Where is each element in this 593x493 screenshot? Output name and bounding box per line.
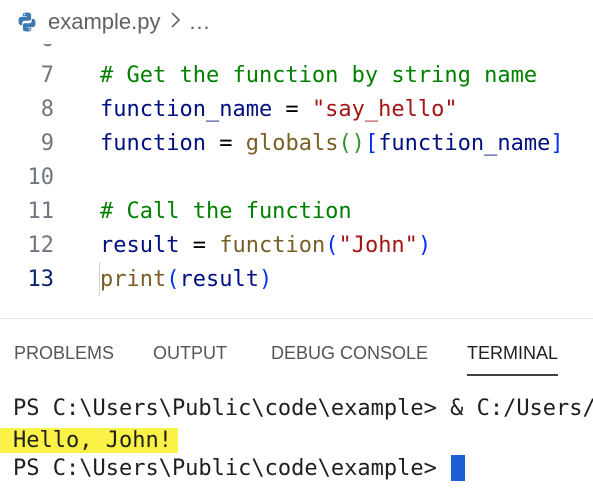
code-token: = [272,96,312,122]
terminal[interactable]: PS C:\Users\Public\code\example> & C:/Us… [0,390,593,493]
terminal-line: PS C:\Users\Public\code\example> & C:/Us… [13,395,593,421]
code-token: function_name [100,96,273,122]
line-number: 11 [27,198,55,224]
terminal-prompt: PS C:\Users\Public\code\example> [13,455,437,481]
code-text: print(result) [100,267,272,292]
line-number: 8 [40,96,54,122]
code-token: ( [166,266,180,292]
code-text: function = globals()[function_name] [100,131,564,156]
code-token: [ [364,130,379,156]
terminal-cursor [450,455,465,481]
code-token: # Call the function [100,198,352,224]
breadcrumb: example.py … [0,0,593,44]
code-text: function_name = "say_hello" [100,97,458,122]
terminal-output-line: Hello, John! [0,425,178,455]
tab-label: OUTPUT [153,342,227,363]
code-token: "say_hello" [311,96,458,122]
code-text: result = function("John") [100,233,431,258]
active-tab-indicator [467,374,559,376]
code-line: 6 [0,44,593,56]
python-icon [16,11,38,33]
code-line: 13 print(result) [0,262,593,296]
tab-problems[interactable]: PROBLEMS [14,330,114,376]
code-line: 10 [0,160,593,194]
code-line: 12 result = function("John") [0,228,593,262]
code-line: 11 # Call the function [0,194,593,228]
code-text: # Get the function by string name [100,63,537,88]
code-line: 7 # Get the function by string name [0,58,593,92]
code-line: 8 function_name = "say_hello" [0,92,593,126]
code-token: function [100,130,206,156]
line-number: 7 [40,62,54,88]
tab-label: DEBUG CONSOLE [271,342,429,363]
code-token: ) [258,266,273,292]
code-token: print [100,266,167,292]
breadcrumb-file[interactable]: example.py [48,9,161,35]
tab-output[interactable]: OUTPUT [153,330,227,376]
highlighted-output: Hello, John! [0,427,178,453]
code-token: = [179,232,220,258]
tab-label: PROBLEMS [14,342,115,363]
tab-terminal[interactable]: TERMINAL [467,330,559,376]
code-token: ( [325,232,339,258]
line-number: 9 [40,130,54,156]
code-token: ] [550,130,564,156]
code-token: result [100,232,180,258]
panel-tabs: PROBLEMS OUTPUT DEBUG CONSOLE TERMINAL [0,330,593,376]
panel-divider [0,318,593,319]
code-editor[interactable]: 6 7 # Get the function by string name 8 fun… [0,44,593,306]
code-token: = [205,130,246,156]
line-number: 10 [27,164,55,190]
terminal-prompt-line: PS C:\Users\Public\code\example> [13,453,465,483]
code-token: # Get the function by string name [100,62,538,88]
tab-debug-console[interactable]: DEBUG CONSOLE [271,330,428,376]
code-token: ) [417,232,432,258]
code-token: globals [245,130,339,156]
code-token: function_name [378,130,551,156]
breadcrumb-more[interactable]: … [189,9,211,35]
code-line: 9 function = globals()[function_name] [0,126,593,160]
tab-label: TERMINAL [467,342,559,363]
code-token: "John" [338,232,418,258]
line-number: 6 [0,44,54,52]
code-token: function [219,232,326,258]
code-text: # Call the function [100,199,352,224]
chevron-right-icon [169,9,181,35]
code-token: () [338,130,365,156]
code-token: result [179,266,259,292]
line-number: 13 [27,266,55,292]
line-number: 12 [27,232,55,258]
